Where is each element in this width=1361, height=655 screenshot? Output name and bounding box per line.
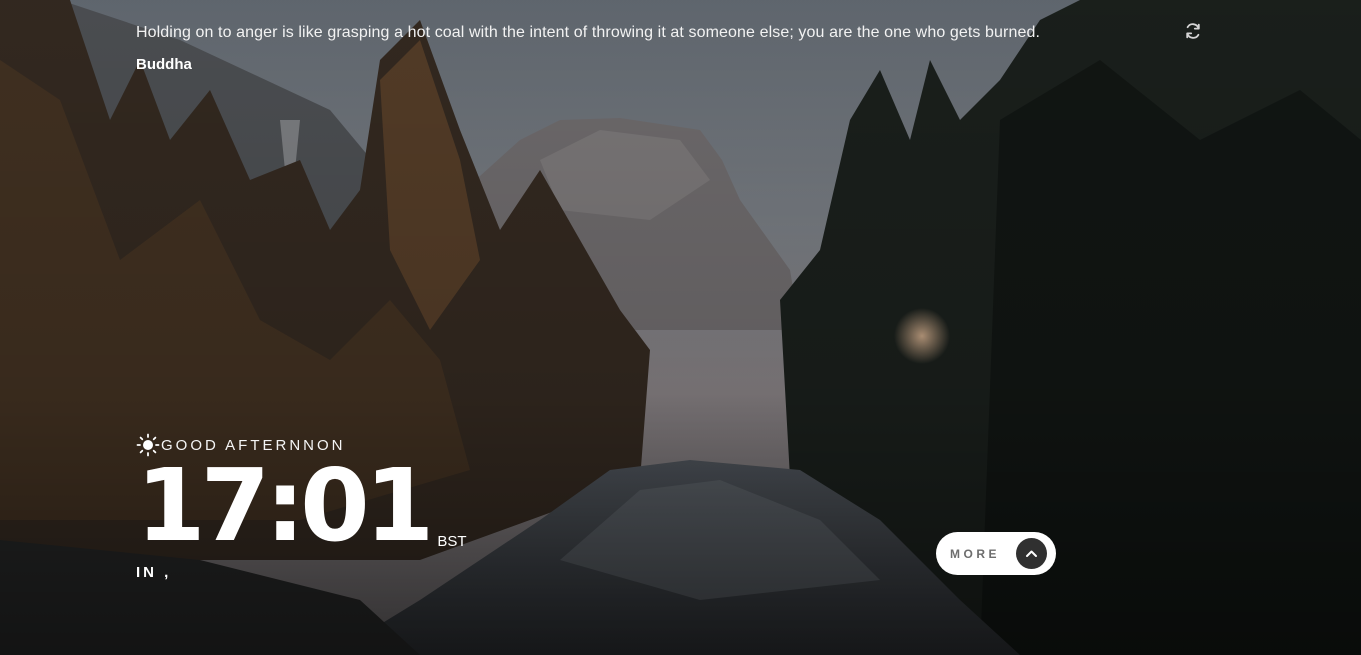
clock-section: GOOD AFTERNNON 17:01 BST IN , xyxy=(136,432,467,581)
time-display: 17:01 xyxy=(136,447,434,564)
location-label: IN , xyxy=(136,564,172,581)
refresh-icon xyxy=(1186,23,1200,39)
quote-text: Holding on to anger is like grasping a h… xyxy=(136,24,1041,41)
time-row: 17:01 BST xyxy=(136,454,467,558)
refresh-quote-button[interactable] xyxy=(1183,21,1203,41)
more-button-label: MORE xyxy=(950,546,1000,561)
timezone-label: BST xyxy=(437,533,467,550)
app-screen: Holding on to anger is like grasping a h… xyxy=(0,0,1361,655)
chevron-up-icon xyxy=(1026,550,1037,557)
more-arrow-circle xyxy=(1016,538,1047,569)
more-button[interactable]: MORE xyxy=(936,532,1056,575)
quote-section: Holding on to anger is like grasping a h… xyxy=(136,22,1216,73)
quote-author: Buddha xyxy=(136,56,192,73)
